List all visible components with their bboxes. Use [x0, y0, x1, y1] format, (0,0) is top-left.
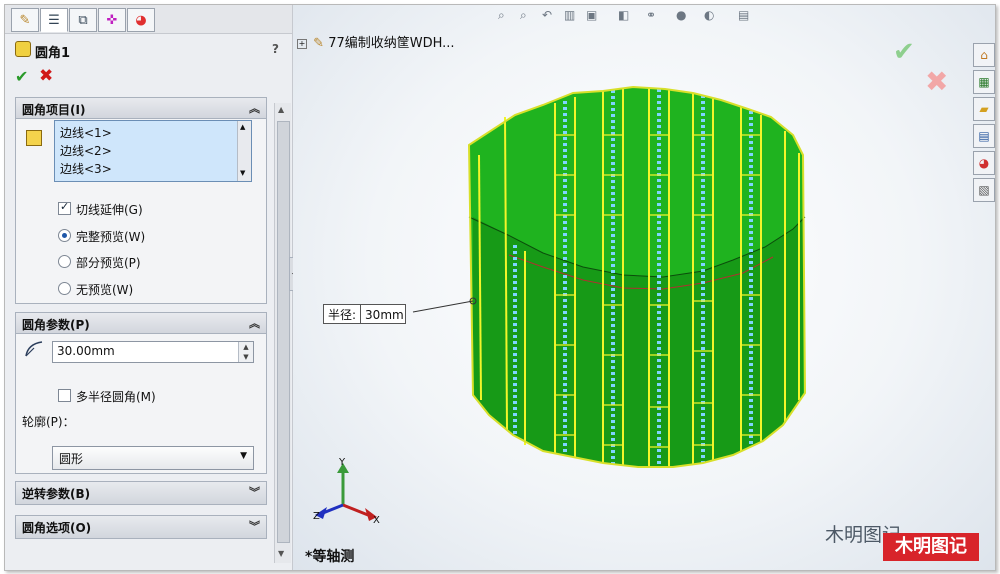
cancel-button[interactable]: ✖ [39, 66, 53, 86]
radius-icon [25, 341, 43, 357]
configuration-manager-tab[interactable]: ⧉ [69, 8, 97, 32]
view-orientation-label: *等轴测 [305, 549, 355, 565]
fillet-items-header[interactable]: 圆角项目(I) ︽ [16, 98, 266, 119]
chevron-down-icon[interactable]: ▼ [240, 451, 247, 461]
partial-preview-radio[interactable] [58, 255, 71, 268]
watermark-stamp: 木明图记 [883, 533, 979, 561]
full-preview-radio[interactable] [58, 229, 71, 242]
fillet-params-title: 圆角参数(P) [22, 318, 90, 332]
radius-value: 30.00mm [57, 344, 115, 358]
profile-label: 轮廓(P)： [22, 415, 75, 429]
list-item[interactable]: 边线<1> [60, 124, 112, 141]
multi-radius-label: 多半径圆角(M) [76, 390, 156, 404]
ok-button[interactable]: ✔ [15, 67, 28, 86]
tangent-propagation-checkbox[interactable]: ✓ [58, 200, 71, 215]
profile-value: 圆形 [59, 452, 84, 466]
scroll-down-icon[interactable]: ▼ [278, 549, 284, 558]
collapse-chevron-icon[interactable]: ︽ [249, 315, 260, 331]
scroll-down-icon[interactable]: ▼ [240, 169, 245, 177]
feature-manager-tab[interactable]: ✎ [11, 8, 39, 32]
fillet-params-header[interactable]: 圆角参数(P) ︽ [16, 313, 266, 334]
tangent-propagation-label: 切线延伸(G) [76, 203, 143, 217]
fillet-model-preview[interactable] [293, 5, 995, 570]
callout-value[interactable]: 30mm [361, 307, 405, 323]
property-title-bar: 圆角1 ? [13, 40, 283, 61]
scroll-up-icon[interactable]: ▲ [278, 105, 284, 114]
radius-callout[interactable]: 半径: 30mm [323, 304, 407, 324]
expand-chevron-icon[interactable]: ︾ [249, 484, 260, 500]
property-manager-panel: ✎ ☰ ⧉ ✜ ◕ 圆角1 ? ✔ ✖ 圆角项目(I) ︽ 边线<1> 边线<2… [5, 5, 293, 570]
reverse-params-title: 逆转参数(B) [22, 487, 91, 501]
fillet-feature-icon [15, 41, 31, 57]
help-button[interactable]: ? [272, 42, 279, 56]
reverse-params-group[interactable]: 逆转参数(B) ︾ [15, 481, 267, 505]
full-preview-label: 完整预览(W) [76, 230, 146, 244]
fillet-items-group: 圆角项目(I) ︽ 边线<1> 边线<2> 边线<3> ▲ ▼ ✓ 切线延伸(G… [15, 97, 267, 304]
callout-key: 半径: [324, 305, 362, 324]
panel-scrollbar[interactable]: ▲ ▼ [274, 103, 291, 563]
radius-input[interactable]: 30.00mm ▲ ▼ [52, 341, 254, 363]
scrollbar-thumb[interactable] [277, 121, 290, 543]
partial-preview-label: 部分预览(P) [76, 256, 141, 270]
property-list-icon: ☰ [48, 12, 60, 28]
fillet-options-title: 圆角选项(O) [22, 521, 92, 535]
no-preview-label: 无预览(W) [76, 283, 134, 297]
list-item[interactable]: 边线<3> [60, 160, 112, 177]
feature-manager-tabs: ✎ ☰ ⧉ ✜ ◕ [5, 5, 292, 34]
display-manager-tab[interactable]: ◕ [127, 8, 155, 32]
listbox-scrollbar[interactable]: ▲ ▼ [237, 121, 251, 181]
check-icon: ✓ [60, 200, 70, 213]
stamp-text: 木明图记 [895, 536, 967, 557]
edge-selection-icon [26, 130, 42, 146]
feature-title: 圆角1 [35, 46, 71, 61]
collapse-chevron-icon[interactable]: ︽ [249, 100, 260, 116]
fillet-items-title: 圆角项目(I) [22, 103, 86, 117]
property-manager-tab[interactable]: ☰ [40, 8, 68, 32]
radius-spinner[interactable]: ▲ ▼ [238, 342, 253, 362]
configuration-icon: ⧉ [78, 12, 88, 28]
dimxpert-manager-tab[interactable]: ✜ [98, 8, 126, 32]
fillet-options-group[interactable]: 圆角选项(O) ︾ [15, 515, 267, 539]
list-item[interactable]: 边线<2> [60, 142, 112, 159]
graphics-viewport[interactable]: ⌕ ⌕ ↶ ▥ ▣ ◧ ⚭ ● ◐ ▤ + ✎ 77编制收纳筐WDH... ✔ … [293, 5, 995, 570]
profile-select[interactable]: 圆形 ▼ [52, 446, 254, 470]
dimxpert-icon: ✜ [106, 12, 118, 28]
scroll-up-icon[interactable]: ▲ [240, 123, 245, 131]
triad-x-label: X [373, 515, 380, 526]
triad-y-label: Y [339, 457, 346, 468]
no-preview-radio[interactable] [58, 282, 71, 295]
multi-radius-checkbox[interactable] [58, 389, 71, 402]
display-pie-icon: ◕ [135, 12, 147, 28]
solidworks-window: ✎ ☰ ⧉ ✜ ◕ 圆角1 ? ✔ ✖ 圆角项目(I) ︽ 边线<1> 边线<2… [4, 4, 996, 571]
fillet-params-group: 圆角参数(P) ︽ 30.00mm ▲ ▼ 多半径圆角(M) 轮廓(P)： 圆形 … [15, 312, 267, 474]
edges-listbox[interactable]: 边线<1> 边线<2> 边线<3> ▲ ▼ [54, 120, 252, 182]
basket-body[interactable] [412, 85, 807, 468]
coordinate-triad [315, 463, 377, 521]
feature-tree-icon: ✎ [19, 12, 31, 28]
expand-chevron-icon[interactable]: ︾ [249, 518, 260, 534]
triad-z-label: Z [313, 511, 320, 522]
